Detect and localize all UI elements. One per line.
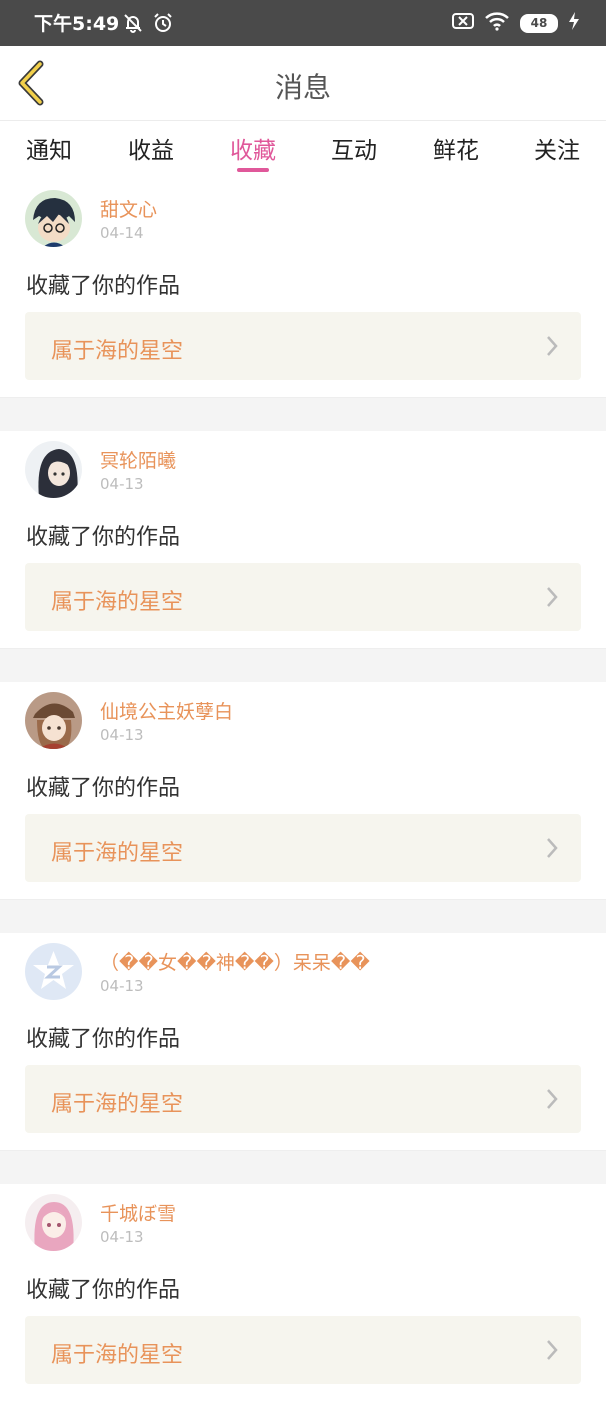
tab-notifications[interactable]: 通知 (9, 131, 89, 165)
work-link[interactable]: 属于海的星空 (25, 312, 581, 380)
action-text: 收藏了你的作品 (26, 776, 181, 801)
divider (0, 397, 606, 431)
action-text: 收藏了你的作品 (26, 274, 181, 299)
work-title: 属于海的星空 (51, 841, 184, 866)
chevron-right-icon (547, 1089, 558, 1109)
page-title: 消息 (274, 71, 331, 104)
app-header: 消息 (0, 46, 606, 121)
divider (0, 648, 606, 682)
anime-boy-avatar-icon (25, 190, 82, 247)
message-list: 甜文心 04-14 收藏了你的作品 属于海的星空 冥轮陌曦 04-13 收藏了你… (0, 180, 606, 1401)
username[interactable]: 冥轮陌曦 (100, 446, 176, 473)
message-date: 04-13 (100, 1228, 144, 1246)
work-link[interactable]: 属于海的星空 (25, 1065, 581, 1133)
message-date: 04-13 (100, 726, 144, 744)
tab-earnings[interactable]: 收益 (111, 131, 191, 165)
action-text: 收藏了你的作品 (26, 525, 181, 550)
list-item: 仙境公主妖孽白 04-13 收藏了你的作品 属于海的星空 (0, 682, 606, 899)
action-text: 收藏了你的作品 (26, 1027, 181, 1052)
list-item: 千城ぼ雪 04-13 收藏了你的作品 属于海的星空 (0, 1184, 606, 1401)
mute-bell-icon (122, 12, 144, 38)
charging-bolt-icon (568, 12, 580, 34)
work-link[interactable]: 属于海的星空 (25, 563, 581, 631)
username[interactable]: 千城ぼ雪 (100, 1199, 176, 1226)
pink-hair-girl-avatar-icon (25, 1194, 82, 1251)
work-title: 属于海的星空 (51, 590, 184, 615)
battery-icon: 48 (520, 13, 558, 33)
list-item: 冥轮陌曦 04-13 收藏了你的作品 属于海的星空 (0, 431, 606, 648)
status-time: 下午5:49 (34, 13, 120, 35)
chevron-right-icon (547, 587, 558, 607)
avatar[interactable] (25, 692, 82, 749)
work-title: 属于海的星空 (51, 339, 184, 364)
avatar[interactable] (25, 1194, 82, 1251)
avatar[interactable] (25, 943, 82, 1000)
alarm-icon (152, 12, 174, 38)
chevron-right-icon (547, 1340, 558, 1360)
hat-girl-avatar-icon (25, 692, 82, 749)
work-title: 属于海的星空 (51, 1343, 184, 1368)
list-item: （��女��神��）呆呆�� 04-13 收藏了你的作品 属于海的星空 (0, 933, 606, 1150)
tab-favorites[interactable]: 收藏 (213, 131, 293, 165)
list-item: 甜文心 04-14 收藏了你的作品 属于海的星空 (0, 180, 606, 397)
work-link[interactable]: 属于海的星空 (25, 1316, 581, 1384)
tab-follows[interactable]: 关注 (517, 131, 597, 165)
username[interactable]: （��女��神��）呆呆�� (100, 948, 370, 975)
message-date: 04-13 (100, 475, 144, 493)
work-link[interactable]: 属于海的星空 (25, 814, 581, 882)
divider (0, 1150, 606, 1184)
avatar[interactable] (25, 190, 82, 247)
tab-flowers[interactable]: 鲜花 (416, 131, 496, 165)
work-title: 属于海的星空 (51, 1092, 184, 1117)
message-date: 04-14 (100, 224, 144, 242)
action-text: 收藏了你的作品 (26, 1278, 181, 1303)
divider (0, 899, 606, 933)
avatar[interactable] (25, 441, 82, 498)
default-qzone-avatar-icon (25, 943, 82, 1000)
wifi-icon (484, 11, 510, 35)
chevron-right-icon (547, 336, 558, 356)
username[interactable]: 甜文心 (100, 195, 157, 222)
username[interactable]: 仙境公主妖孽白 (100, 697, 233, 724)
chevron-right-icon (547, 838, 558, 858)
message-tabs: 通知 收益 收藏 互动 鲜花 关注 (0, 121, 606, 179)
active-tab-indicator (237, 168, 269, 172)
dark-hair-girl-avatar-icon (25, 441, 82, 498)
status-bar: 下午5:49 48 (0, 0, 606, 46)
sim-off-icon (452, 12, 474, 34)
message-date: 04-13 (100, 977, 144, 995)
tab-interactions[interactable]: 互动 (314, 131, 394, 165)
